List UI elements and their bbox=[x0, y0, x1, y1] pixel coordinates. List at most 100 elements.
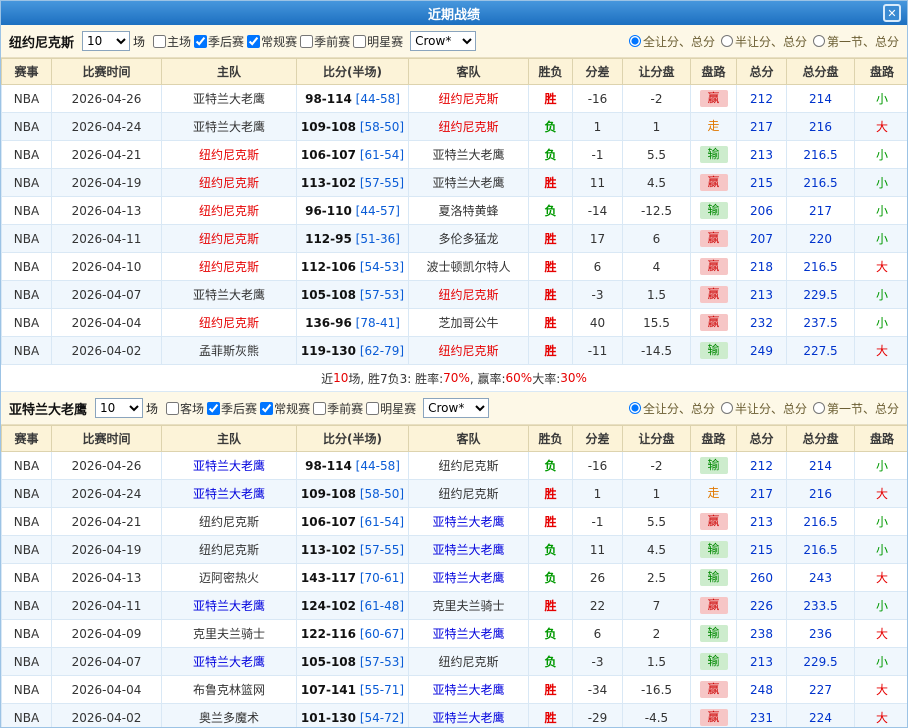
col-handicap-result: 盘路 bbox=[691, 426, 737, 452]
filter-checkbox[interactable]: 季前赛 bbox=[297, 33, 350, 50]
col-league: 赛事 bbox=[2, 59, 52, 85]
radio-input[interactable] bbox=[629, 35, 641, 47]
league-cell: NBA bbox=[2, 253, 52, 281]
view-radio[interactable]: 第一节、总分 bbox=[813, 33, 899, 50]
checkbox-input[interactable] bbox=[260, 402, 273, 415]
total-result-cell: 大 bbox=[855, 564, 908, 592]
filter-checkbox[interactable]: 季后赛 bbox=[191, 33, 244, 50]
score-text: 112-95 bbox=[305, 232, 352, 246]
result-cell: 胜 bbox=[529, 508, 573, 536]
league-cell: NBA bbox=[2, 225, 52, 253]
league-cell: NBA bbox=[2, 141, 52, 169]
filter-checkbox[interactable]: 明星赛 bbox=[350, 33, 403, 50]
checkbox-label: 客场 bbox=[180, 400, 204, 417]
handicap-cell: -14.5 bbox=[623, 337, 691, 365]
away-team-cell: 亚特兰大老鹰 bbox=[409, 564, 529, 592]
score-text: 119-130 bbox=[301, 344, 356, 358]
score-cell: 107-141 [55-71] bbox=[297, 676, 409, 704]
checkbox-input[interactable] bbox=[353, 35, 366, 48]
half-score-text: [60-67] bbox=[360, 627, 404, 641]
checkbox-input[interactable] bbox=[313, 402, 326, 415]
game-row: NBA2026-04-19纽约尼克斯113-102 [57-55]亚特兰大老鹰负… bbox=[2, 536, 908, 564]
view-radio[interactable]: 半让分、总分 bbox=[721, 400, 807, 417]
league-cell: NBA bbox=[2, 169, 52, 197]
checkbox-input[interactable] bbox=[194, 35, 207, 48]
score-cell: 124-102 [61-48] bbox=[297, 592, 409, 620]
date-cell: 2026-04-19 bbox=[52, 169, 162, 197]
checkbox-input[interactable] bbox=[247, 35, 260, 48]
league-cell: NBA bbox=[2, 620, 52, 648]
radio-input[interactable] bbox=[813, 402, 825, 414]
date-cell: 2026-04-13 bbox=[52, 564, 162, 592]
score-cell: 112-106 [54-53] bbox=[297, 253, 409, 281]
point-diff-cell: 40 bbox=[573, 309, 623, 337]
game-row: NBA2026-04-04布鲁克林篮网107-141 [55-71]亚特兰大老鹰… bbox=[2, 676, 908, 704]
score-text: 105-108 bbox=[301, 288, 356, 302]
filter-checkbox[interactable]: 常规赛 bbox=[257, 400, 310, 417]
home-team-cell: 亚特兰大老鹰 bbox=[162, 648, 297, 676]
date-cell: 2026-04-10 bbox=[52, 253, 162, 281]
filter-checkbox[interactable]: 季后赛 bbox=[204, 400, 257, 417]
league-cell: NBA bbox=[2, 309, 52, 337]
handicap-cell: -2 bbox=[623, 452, 691, 480]
handicap-cell: 2.5 bbox=[623, 564, 691, 592]
score-text: 109-108 bbox=[301, 120, 356, 134]
close-icon[interactable]: ✕ bbox=[883, 4, 901, 22]
radio-input[interactable] bbox=[629, 402, 641, 414]
checkbox-label: 主场 bbox=[167, 33, 191, 50]
total-result-cell: 小 bbox=[855, 169, 908, 197]
score-cell: 105-108 [57-53] bbox=[297, 281, 409, 309]
handicap-result-badge: 赢 bbox=[700, 174, 728, 191]
total-result-cell: 大 bbox=[855, 337, 908, 365]
filter-checkbox[interactable]: 季前赛 bbox=[310, 400, 363, 417]
total-result-cell: 小 bbox=[855, 281, 908, 309]
handicap-result-badge: 赢 bbox=[700, 597, 728, 614]
filter-checkbox[interactable]: 明星赛 bbox=[363, 400, 416, 417]
handicap-cell: -2 bbox=[623, 85, 691, 113]
result-cell: 胜 bbox=[529, 676, 573, 704]
handicap-result-badge: 输 bbox=[700, 146, 728, 163]
handicap-result-badge: 输 bbox=[700, 457, 728, 474]
game-row: NBA2026-04-26亚特兰大老鹰98-114 [44-58]纽约尼克斯负-… bbox=[2, 452, 908, 480]
date-cell: 2026-04-11 bbox=[52, 592, 162, 620]
data-source-select[interactable]: Crow* bbox=[423, 398, 489, 418]
total-points-cell: 218 bbox=[737, 253, 787, 281]
score-text: 101-130 bbox=[301, 711, 356, 725]
data-source-select[interactable]: Crow* bbox=[410, 31, 476, 51]
checkbox-input[interactable] bbox=[166, 402, 179, 415]
radio-input[interactable] bbox=[721, 402, 733, 414]
home-team-cell: 纽约尼克斯 bbox=[162, 536, 297, 564]
checkbox-input[interactable] bbox=[153, 35, 166, 48]
games-count-select[interactable]: 10 bbox=[82, 31, 130, 51]
handicap-result-badge: 输 bbox=[700, 202, 728, 219]
view-radio[interactable]: 全让分、总分 bbox=[629, 400, 715, 417]
col-diff: 分差 bbox=[573, 426, 623, 452]
home-team-cell: 亚特兰大老鹰 bbox=[162, 592, 297, 620]
view-radio[interactable]: 半让分、总分 bbox=[721, 33, 807, 50]
total-points-cell: 217 bbox=[737, 113, 787, 141]
game-row: NBA2026-04-09克里夫兰骑士122-116 [60-67]亚特兰大老鹰… bbox=[2, 620, 908, 648]
checkbox-input[interactable] bbox=[366, 402, 379, 415]
games-count-select[interactable]: 10 bbox=[95, 398, 143, 418]
half-score-text: [70-61] bbox=[360, 571, 404, 585]
date-cell: 2026-04-24 bbox=[52, 113, 162, 141]
total-points-cell: 206 bbox=[737, 197, 787, 225]
home-team-cell: 纽约尼克斯 bbox=[162, 253, 297, 281]
score-cell: 96-110 [44-57] bbox=[297, 197, 409, 225]
checkbox-input[interactable] bbox=[300, 35, 313, 48]
filter-checkbox[interactable]: 常规赛 bbox=[244, 33, 297, 50]
total-line-cell: 216.5 bbox=[787, 536, 855, 564]
view-radio[interactable]: 全让分、总分 bbox=[629, 33, 715, 50]
total-points-cell: 232 bbox=[737, 309, 787, 337]
league-cell: NBA bbox=[2, 85, 52, 113]
filter-bar: 亚特兰大老鹰 10 场 客场季后赛常规赛季前赛明星赛 Crow* 全让分、总分半… bbox=[1, 392, 907, 425]
radio-input[interactable] bbox=[721, 35, 733, 47]
view-radio[interactable]: 第一节、总分 bbox=[813, 400, 899, 417]
filter-checkbox[interactable]: 主场 bbox=[150, 33, 191, 50]
handicap-cell: 7 bbox=[623, 592, 691, 620]
titlebar: 近期战绩 ✕ bbox=[1, 1, 907, 25]
filter-checkbox[interactable]: 客场 bbox=[163, 400, 204, 417]
half-score-text: [61-54] bbox=[360, 148, 404, 162]
radio-input[interactable] bbox=[813, 35, 825, 47]
checkbox-input[interactable] bbox=[207, 402, 220, 415]
